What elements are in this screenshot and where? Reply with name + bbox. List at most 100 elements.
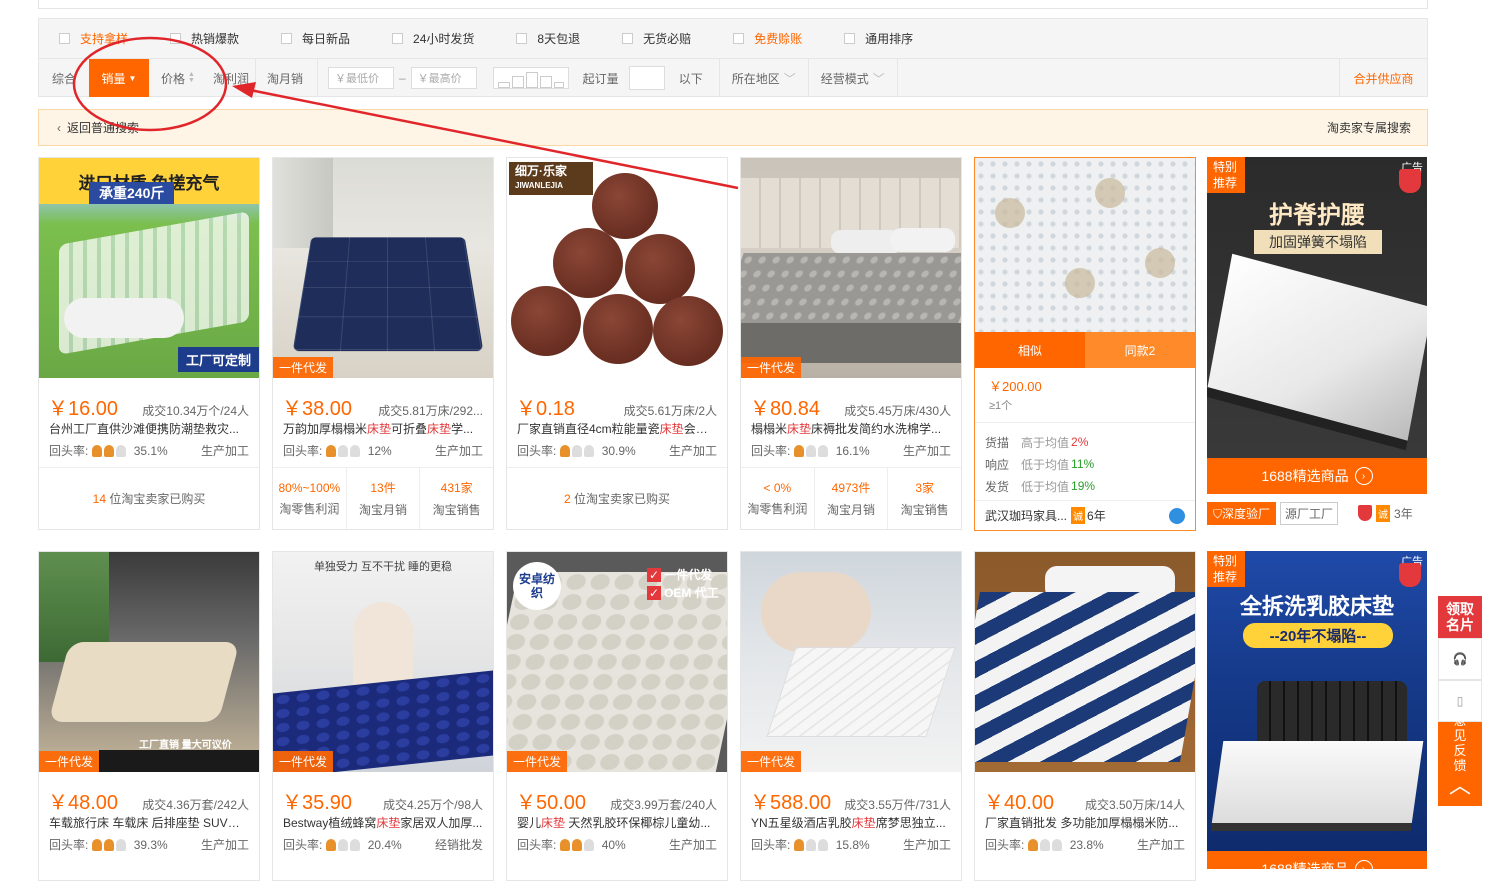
product-title[interactable]: 榻榻米床垫床褥批发简约水洗棉学... (741, 416, 961, 437)
filter-checkbox[interactable]: 无货必赔 (622, 30, 691, 47)
repurchase-stars-icon (92, 839, 130, 851)
back-to-normal-search-link[interactable]: ‹ 返回普通搜索 (57, 119, 139, 136)
repurchase-rate: 35.1% (134, 444, 168, 458)
metric-name: 发货 (985, 478, 1009, 495)
product-card[interactable]: 安卓纺织 ✓ 一件代发 ✓ OEM 代工 一件代发 ￥50.00 成交3.99万套/2… (506, 551, 728, 881)
filter-checkbox[interactable]: 支持拿样 (59, 30, 128, 47)
moq-below-label: 以下 (679, 70, 703, 87)
product-image[interactable]: 一件代发 (741, 552, 961, 772)
product-image[interactable]: 工厂直销 量大可议价 一件代发 (39, 552, 259, 772)
chat-icon[interactable] (1169, 508, 1185, 524)
product-title[interactable]: 台州工厂直供沙滩便携防潮垫救灾... (39, 416, 259, 437)
product-title[interactable]: Bestway植绒蜂窝床垫家居双人加厚... (273, 810, 493, 831)
metric-label: 淘零售利润 (273, 500, 346, 517)
title-part: 天然乳胶环保椰棕儿童幼... (565, 816, 710, 830)
tao-metrics-footer: < 0% 淘零售利润 4973件 淘宝月销 3家 淘宝销售 (741, 467, 961, 529)
promoted-ad-card[interactable]: 特别推荐 广告 护脊护腰 加固弹簧不塌陷 1688精选商品 › (1207, 157, 1427, 494)
company-name[interactable]: 武汉珈玛家具... (985, 507, 1067, 524)
ceramic-disk (553, 228, 623, 298)
ceramic-disk (511, 286, 581, 356)
similar-button[interactable]: 相似 (975, 332, 1085, 368)
checkbox-icon[interactable] (392, 33, 403, 44)
moq-input[interactable] (629, 66, 665, 90)
checkbox-icon[interactable] (59, 33, 70, 44)
product-title[interactable]: 婴儿床垫 天然乳胶环保椰棕儿童幼... (507, 810, 727, 831)
feature-text: OEM 代工 (664, 586, 719, 600)
get-business-card-button[interactable]: 领取名片 (1438, 596, 1482, 638)
sort-tao-monthly[interactable]: 淘月销 (256, 59, 317, 97)
filter-checkbox[interactable]: 24小时发货 (392, 30, 474, 47)
price-min-input[interactable]: ￥最低价 (328, 67, 394, 89)
product-card[interactable]: 细万·乐家 JIWANLEJIA ￥0.18 成交5.61万床/2人 厂家直销直径4… (506, 157, 728, 530)
filter-checkbox-label: 热销爆款 (191, 30, 239, 47)
filter-checkbox[interactable]: 通用排序 (844, 30, 913, 47)
featured-products-button[interactable]: 1688精选商品 › (1207, 458, 1427, 494)
one-piece-dropship-badge: 一件代发 (741, 357, 801, 378)
product-image[interactable] (975, 552, 1195, 772)
product-title[interactable]: YN五星级酒店乳胶床垫席梦思独立... (741, 810, 961, 831)
product-card[interactable]: 进口材质 免搓充气 承重240斤 工厂可定制 ￥16.00 成交10.34万个/2… (38, 157, 260, 530)
filter-checkbox-label: 通用排序 (865, 30, 913, 47)
product-image[interactable]: 单独受力 互不干扰 睡的更稳 一件代发 (273, 552, 493, 772)
product-image[interactable] (975, 158, 1195, 332)
product-image[interactable]: 安卓纺织 ✓ 一件代发 ✓ OEM 代工 一件代发 (507, 552, 727, 772)
product-card[interactable]: 一件代发 ￥588.00 成交3.55万件/731人 YN五星级酒店乳胶床垫席梦思… (740, 551, 962, 881)
title-part: 厂家直销直径4cm粒能量瓷 (517, 422, 660, 436)
sort-sales[interactable]: 销量 ▼ (89, 59, 149, 97)
filter-checkbox[interactable]: 每日新品 (281, 30, 350, 47)
product-image[interactable]: 进口材质 免搓充气 承重240斤 工厂可定制 (39, 158, 259, 378)
product-price: ￥16.00 (48, 392, 118, 421)
one-piece-dropship-badge: 一件代发 (39, 751, 99, 772)
price-distribution-icon[interactable] (493, 67, 569, 89)
headset-icon[interactable]: 🎧 (1438, 638, 1482, 680)
same-style-button[interactable]: 同款2 (1085, 332, 1195, 368)
product-card[interactable]: 单独受力 互不干扰 睡的更稳 一件代发 ￥35.90 成交4.25万个/98人 B… (272, 551, 494, 881)
metric-label: 淘宝月销 (347, 501, 420, 518)
product-card[interactable]: 一件代发 ￥38.00 成交5.81万床/292... 万韵加厚榻榻米床垫可折叠床… (272, 157, 494, 530)
product-title[interactable]: 厂家直销批发 多功能加厚榻榻米防... (975, 810, 1195, 831)
checkbox-icon[interactable] (281, 33, 292, 44)
ad-headline: 护脊护腰 (1207, 195, 1427, 230)
price-max-input[interactable]: ￥最高价 (411, 67, 477, 89)
filter-checkbox[interactable]: 8天包退 (516, 30, 580, 47)
product-image[interactable]: 细万·乐家 JIWANLEJIA (507, 158, 727, 378)
sort-tao-profit[interactable]: 淘利润 (207, 59, 255, 97)
product-card[interactable]: 一件代发 ￥80.84 成交5.45万床/430人 榻榻米床垫床褥批发简约水洗棉学… (740, 157, 962, 530)
business-mode-dropdown[interactable]: 经营模式 ﹀ (809, 59, 897, 97)
checkbox-icon[interactable] (170, 33, 181, 44)
product-card[interactable]: 工厂直销 量大可议价 一件代发 ￥48.00 成交4.36万套/242人 车载旅行… (38, 551, 260, 881)
repurchase-rate: 20.4% (368, 838, 402, 852)
featured-products-button[interactable]: 1688精选商品 › (1207, 851, 1427, 869)
air-bed-graphic (48, 642, 239, 722)
title-part: 家居双人加厚... (400, 816, 482, 830)
promoted-ad-card[interactable]: 特别推荐 广告 全拆洗乳胶床垫 --20年不塌陷-- 1688精选商品 › (1207, 551, 1427, 869)
metric-compare: 低于均值 (1021, 456, 1069, 473)
repurchase-row: 回头率: 39.3% 生产加工 (39, 831, 259, 853)
product-title[interactable]: 车载旅行床 车载床 后排座垫 SUV后... (39, 810, 259, 831)
product-card-hovered[interactable]: 相似 同款2 ￥200.00 ≥1个 货描 高于均值 2% 响应 低于均值 11% 发货 低于… (974, 157, 1196, 531)
verified-factory-badge[interactable]: ⛉深度验厂 (1207, 502, 1276, 525)
product-image[interactable]: 一件代发 (741, 158, 961, 378)
metric-tao-sellers: 431家 淘宝销售 (419, 468, 493, 530)
region-dropdown[interactable]: 所在地区 ﹀ (720, 59, 808, 97)
product-title[interactable]: 厂家直销直径4cm粒能量瓷床垫会销... (507, 416, 727, 437)
merge-suppliers-button[interactable]: 合并供应商 (1339, 59, 1427, 97)
sort-price[interactable]: 价格 ▲ ▼ (149, 59, 207, 97)
filter-checkbox[interactable]: 热销爆款 (170, 30, 239, 47)
sort-sales-label: 销量 (102, 70, 126, 87)
feedback-button[interactable]: 意见反馈 (1438, 722, 1482, 764)
repurchase-row: 回头率: 40% 生产加工 (507, 831, 727, 853)
checkbox-icon[interactable] (844, 33, 855, 44)
checkbox-icon[interactable] (516, 33, 527, 44)
product-title[interactable]: 万韵加厚榻榻米床垫可折叠床垫学... (273, 416, 493, 437)
buyer-count: 14 (93, 492, 106, 506)
product-image[interactable]: 一件代发 (273, 158, 493, 378)
checkbox-icon[interactable] (622, 33, 633, 44)
seller-exclusive-search-label[interactable]: 淘卖家专属搜索 (1327, 119, 1411, 136)
sort-comprehensive[interactable]: 综合 (39, 59, 89, 97)
product-card[interactable]: ￥40.00 成交3.50万床/14人 厂家直销批发 多功能加厚榻榻米防... 回… (974, 551, 1196, 881)
checkbox-icon[interactable] (733, 33, 744, 44)
repurchase-rate: 40% (602, 838, 626, 852)
similar-buttons: 相似 同款2 (975, 332, 1195, 368)
filter-checkbox[interactable]: 免费赊账 (733, 30, 802, 47)
